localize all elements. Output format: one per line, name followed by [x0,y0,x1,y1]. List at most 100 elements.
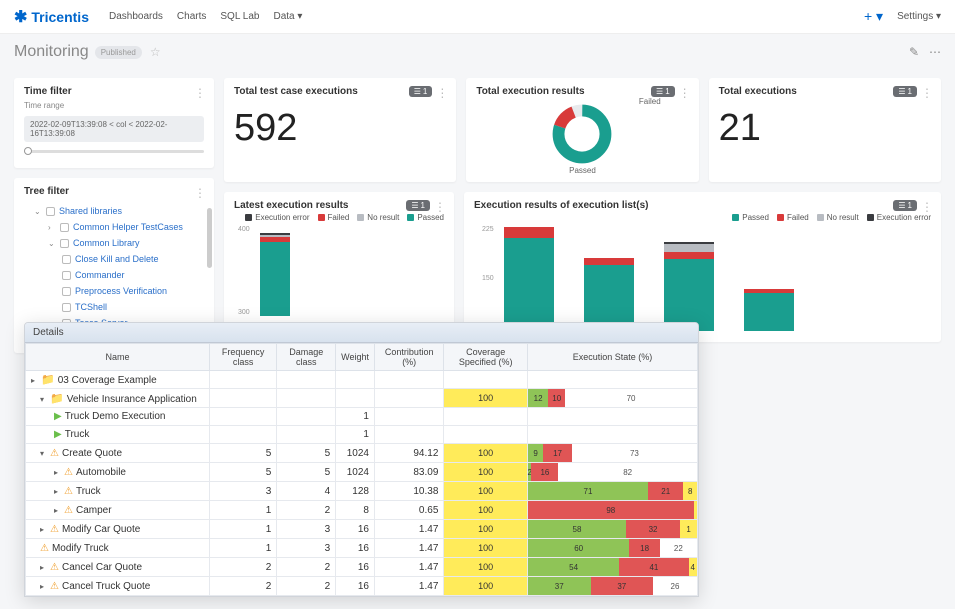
cell-exec-state: 91773 [528,444,698,463]
cell-weight: 16 [336,558,375,577]
cell-weight: 16 [336,520,375,539]
tree-item[interactable]: Close Kill and Delete [24,251,204,267]
filter-badge[interactable]: ☰ 1 [893,86,917,97]
donut-label-failed: Failed [639,97,661,106]
checkbox-icon[interactable] [60,239,69,248]
nav-sqllab[interactable]: SQL Lab [220,11,259,22]
row-name: Truck [65,429,90,440]
filter-badge[interactable]: ☰ 1 [406,200,430,211]
panel-menu-icon[interactable]: ⋮ [436,86,448,100]
tree-item[interactable]: ⌄Common Library [24,235,204,251]
table-row[interactable]: ▸⚠Camper1280.6510098 [26,501,698,520]
favorite-star-icon[interactable]: ☆ [150,45,161,59]
table-row[interactable]: ▸⚠Modify Car Quote13161.4710058321 [26,520,698,539]
table-row[interactable]: ▾⚠Create Quote55102494.1210091773 [26,444,698,463]
nav-data[interactable]: Data ▾ [273,11,302,22]
col-weight[interactable]: Weight [336,344,375,371]
tree-item[interactable]: Preprocess Verification [24,283,204,299]
table-row[interactable]: ▸⚠Truck3412810.3810071218 [26,482,698,501]
panel-menu-icon[interactable]: ⋮ [194,86,206,100]
col-exec[interactable]: Execution State (%) [528,344,698,371]
slider-handle-icon[interactable] [24,147,32,155]
cell-weight: 16 [336,577,375,596]
checkbox-icon[interactable] [46,207,55,216]
donut-chart: Failed Passed [476,97,688,171]
details-header: Details [25,323,698,343]
col-contrib[interactable]: Contribution (%) [374,344,443,371]
table-row[interactable]: ▸⚠Cancel Car Quote22161.4710054414 [26,558,698,577]
checkbox-icon[interactable] [62,271,71,280]
bar [504,226,554,331]
more-icon[interactable]: ⋯ [929,45,941,59]
cell-exec-state [528,371,698,389]
cell-coverage: 100 [444,482,528,501]
panel-menu-icon[interactable]: ⋮ [921,200,933,214]
tree-toggle-icon[interactable]: ▸ [54,487,62,496]
cell-weight: 1024 [336,444,375,463]
tree-toggle-icon[interactable]: ▾ [40,395,48,404]
tree-toggle-icon[interactable]: ▸ [40,563,48,572]
nav-settings[interactable]: Settings ▾ [897,11,941,22]
panel-menu-icon[interactable]: ⋮ [194,186,206,200]
checkbox-icon[interactable] [62,255,71,264]
warn-icon: ⚠ [50,581,59,592]
edit-icon[interactable]: ✎ [909,45,919,59]
cell-weight [336,389,375,408]
time-slider[interactable] [24,150,204,160]
table-row[interactable]: ▸⚠Cancel Truck Quote22161.47100373726 [26,577,698,596]
table-row[interactable]: ▶Truck Demo Execution1 [26,408,698,426]
tree-toggle-icon[interactable]: ▸ [40,582,48,591]
cell-exec-state [528,408,698,426]
warn-icon: ⚠ [50,448,59,459]
table-row[interactable]: ⚠Modify Truck13161.47100601822 [26,539,698,558]
filter-badge[interactable]: ☰ 1 [409,86,433,97]
filter-badge[interactable]: ☰ 1 [893,200,917,211]
details-overlay: Details Name Frequency class Damage clas… [24,322,699,597]
panel-menu-icon[interactable]: ⋮ [434,200,446,214]
new-button[interactable]: + ▾ [864,8,883,25]
brand-logo[interactable]: ✱ Tricentis [14,7,89,27]
bar [260,226,290,316]
tree-item[interactable]: TCShell [24,299,204,315]
folder-icon: 📁 [41,374,55,386]
cell-dmg: 3 [277,520,336,539]
cell-dmg [277,371,336,389]
cell-weight: 16 [336,539,375,558]
cell-contrib [374,426,443,444]
scrollbar[interactable] [207,208,212,268]
filter-badge[interactable]: ☰ 1 [651,86,675,97]
table-row[interactable]: ▶Truck1 [26,426,698,444]
cell-weight: 128 [336,482,375,501]
panel-menu-icon[interactable]: ⋮ [921,86,933,100]
tree-item[interactable]: ›Common Helper TestCases [24,219,204,235]
table-row[interactable]: ▸⚠Automobile55102483.0910021682 [26,463,698,482]
table-header-row: Name Frequency class Damage class Weight… [26,344,698,371]
col-name[interactable]: Name [26,344,210,371]
tree-toggle-icon[interactable]: ▸ [40,525,48,534]
published-badge: Published [95,46,142,59]
row-name: Camper [76,505,112,516]
time-range-pill[interactable]: 2022-02-09T13:39:08 < col < 2022-02-16T1… [24,116,204,142]
tree-toggle-icon[interactable]: ▸ [31,376,39,385]
checkbox-icon[interactable] [60,223,69,232]
nav-right: + ▾ Settings ▾ [864,8,941,25]
tree-item[interactable]: Commander [24,267,204,283]
page-header: Monitoring Published ☆ ✎ ⋯ [0,34,955,70]
checkbox-icon[interactable] [62,303,71,312]
nav-charts[interactable]: Charts [177,11,206,22]
tree-item[interactable]: ⌄Shared libraries [24,203,204,219]
col-dmg[interactable]: Damage class [277,344,336,371]
nav-dashboards[interactable]: Dashboards [109,11,163,22]
tree-toggle-icon[interactable]: ▸ [54,468,62,477]
table-row[interactable]: ▸📁03 Coverage Example [26,371,698,389]
checkbox-icon[interactable] [62,287,71,296]
details-table: Name Frequency class Damage class Weight… [25,343,698,596]
cell-exec-state [528,426,698,444]
col-cov[interactable]: Coverage Specified (%) [444,344,528,371]
col-freq[interactable]: Frequency class [210,344,277,371]
table-row[interactable]: ▾📁Vehicle Insurance Application100121070 [26,389,698,408]
tree-toggle-icon[interactable]: ▾ [40,449,48,458]
cell-coverage [444,426,528,444]
cell-exec-state: 71218 [528,482,698,501]
tree-toggle-icon[interactable]: ▸ [54,506,62,515]
